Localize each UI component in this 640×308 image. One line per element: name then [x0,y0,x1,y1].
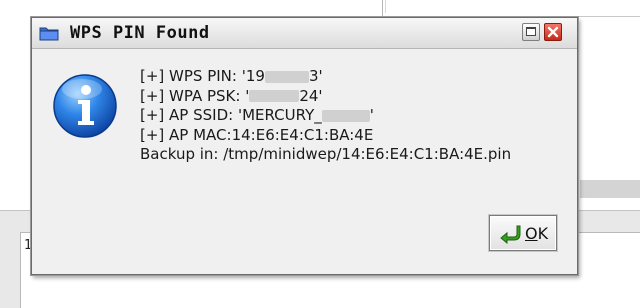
folder-icon [39,25,59,41]
maximize-button[interactable] [522,23,540,41]
maximize-icon [526,27,536,36]
dialog-body: [+] WPS PIN: '19 3' [+] WPA PSK: ' 24' [+]… [32,49,577,274]
backup-path-line: Backup in: /tmp/minidwep/14:E6:E4:C1:BA:… [140,145,512,163]
background-window-strip [580,180,640,198]
redaction-block [264,70,309,83]
desktop: 1 WPS PIN Found [+] WPS PIN: '19 3' [+] … [0,0,640,308]
ok-button-label: OK [525,224,549,243]
close-button[interactable] [544,23,562,41]
ap-ssid-line: [+] AP SSID: 'MERCURY_ ' [140,106,374,124]
wpa-psk-line: [+] WPA PSK: ' 24' [140,86,323,105]
message-text: [+] WPS PIN: '19 3' [+] WPA PSK: ' 24' [+]… [140,67,511,165]
info-icon [52,73,118,139]
green-return-arrow-icon [499,224,521,245]
redaction-block [249,90,300,102]
ok-button[interactable]: OK [489,215,557,251]
redaction-block [321,109,370,122]
wps-pin-line: [+] WPS PIN: '19 3' [140,67,323,85]
background-window-top-edge [385,0,640,13]
dialog-title: WPS PIN Found [70,23,210,43]
dialog-titlebar[interactable]: WPS PIN Found [32,18,577,49]
ap-mac-line: [+] AP MAC:14:E6:E4:C1:BA:4E [140,125,374,144]
wps-pin-dialog: WPS PIN Found [+] WPS PIN: '19 3' [+] WP… [31,17,578,275]
